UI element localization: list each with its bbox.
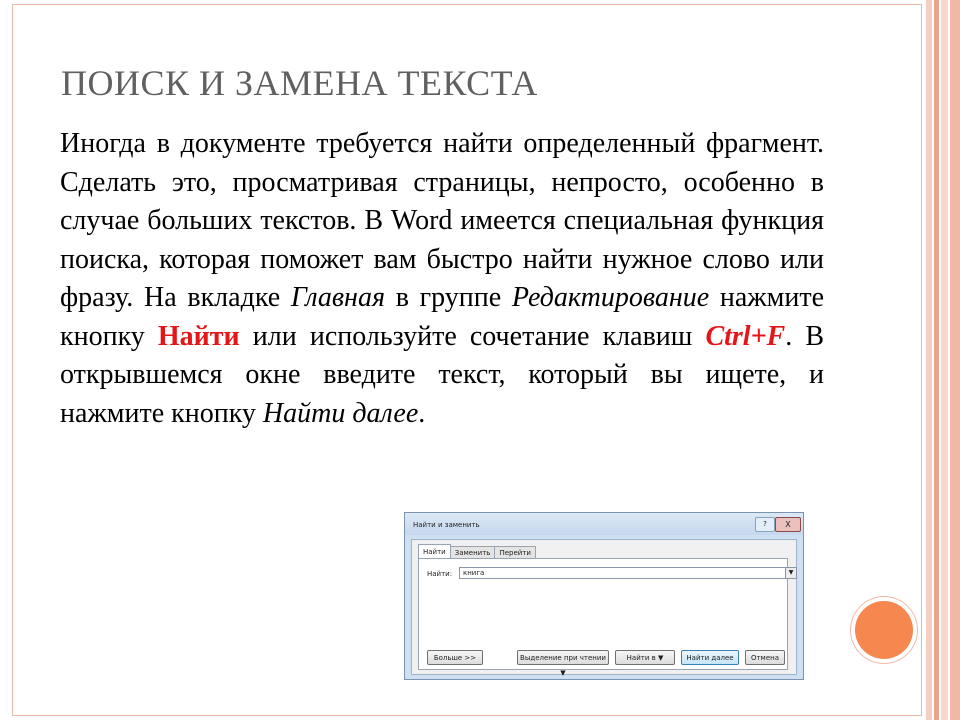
find-label: Найти: <box>427 570 453 578</box>
more-button[interactable]: Больше >> <box>427 650 483 665</box>
slide-title: ПОИСК И ЗАМЕНА ТЕКСТА <box>61 63 538 103</box>
tab-find[interactable]: Найти <box>418 544 451 559</box>
find-replace-dialog-screenshot: Найти и заменить ? X Найти Заменить Перейт… <box>404 512 804 680</box>
decor-stripe <box>941 0 948 720</box>
find-input[interactable]: книга ▼ <box>459 567 797 579</box>
ribbon-tab-name: Главная <box>290 282 385 313</box>
find-tab-panel: Найти: книга ▼ Больше >> Выделение при ч… <box>418 558 797 677</box>
dialog-title: Найти и заменить <box>413 521 480 529</box>
ribbon-group-name: Редактирование <box>511 282 710 313</box>
decor-stripe <box>926 0 932 720</box>
dialog-body: Найти Заменить Перейти Найти: книга ▼ Боль… <box>411 539 797 677</box>
chevron-down-icon[interactable]: ▼ <box>785 568 796 578</box>
find-input-value: книга <box>463 569 485 577</box>
find-next-button-name: Найти далее <box>262 397 419 429</box>
decor-stripe <box>950 0 960 720</box>
body-text-part: или используйте сочетание клавиш <box>239 320 706 352</box>
find-button-name: Найти <box>157 320 240 352</box>
reading-highlight-button[interactable]: Выделение при чтении ▼ <box>517 650 609 677</box>
close-button[interactable]: X <box>775 517 801 532</box>
dialog-tabs: Найти Заменить Перейти <box>418 544 536 559</box>
shortcut-keys: Ctrl+F <box>705 320 786 352</box>
decor-orange-circle <box>855 601 913 659</box>
body-text-part: . <box>418 397 426 429</box>
cancel-button[interactable]: Отмена <box>745 650 785 665</box>
dialog-titlebar: Найти и заменить ? X <box>405 513 803 535</box>
help-button[interactable]: ? <box>755 517 775 532</box>
find-next-button[interactable]: Найти далее <box>681 650 739 665</box>
slide-body-text: Иногда в документе требуется найти опред… <box>60 125 824 433</box>
find-in-button[interactable]: Найти в ▼ <box>615 650 675 665</box>
body-text-part: в группе <box>384 282 512 313</box>
decor-stripe <box>934 0 939 720</box>
